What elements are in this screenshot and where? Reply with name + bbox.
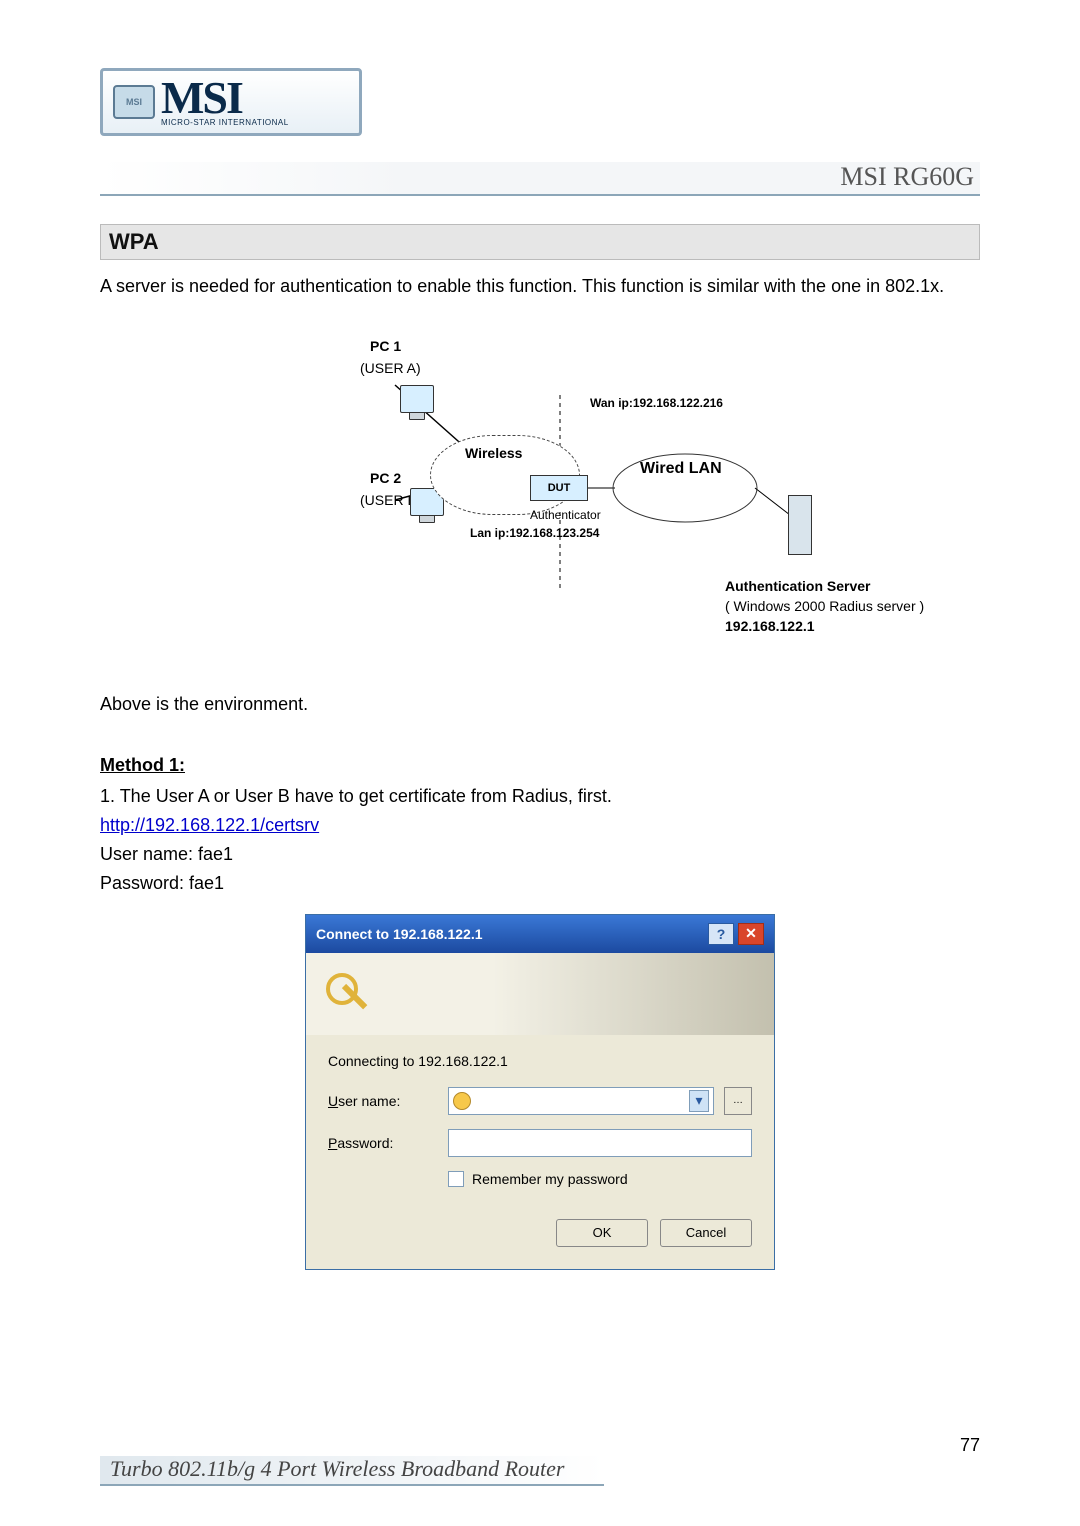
key-icon: [322, 969, 372, 1019]
password-line: Password: fae1: [100, 873, 980, 894]
diagram-user-a: (USER A): [360, 360, 421, 376]
username-label: User name:: [328, 1093, 438, 1109]
username-input[interactable]: ▾: [448, 1087, 714, 1115]
diagram-wan-ip: Wan ip:192.168.122.216: [590, 396, 723, 410]
model-label: MSI RG60G: [100, 162, 980, 196]
method-step-1: 1. The User A or User B have to get cert…: [100, 786, 980, 807]
section-intro: A server is needed for authentication to…: [100, 274, 980, 299]
diagram-auth-server: Authentication Server: [725, 578, 870, 594]
connecting-text: Connecting to 192.168.122.1: [328, 1053, 752, 1069]
dialog-titlebar: Connect to 192.168.122.1 ? ✕: [306, 915, 774, 953]
ok-button[interactable]: OK: [556, 1219, 648, 1247]
brand-subtext: MICRO-STAR INTERNATIONAL: [161, 118, 289, 127]
remember-label: Remember my password: [472, 1171, 628, 1187]
msi-logo: MSI MSI MICRO-STAR INTERNATIONAL: [100, 60, 362, 144]
connect-dialog: Connect to 192.168.122.1 ? ✕ Connecting …: [305, 914, 775, 1270]
diagram-lan-ip: Lan ip:192.168.123.254: [470, 526, 599, 540]
diagram-authenticator: Authenticator: [530, 508, 601, 522]
method-heading: Method 1:: [100, 755, 980, 776]
pc-icon: [400, 385, 434, 413]
diagram-wireless: Wireless: [465, 445, 522, 461]
logo-badge-icon: MSI: [113, 85, 155, 119]
password-label: Password:: [328, 1135, 438, 1151]
section-title: WPA: [100, 224, 980, 260]
footer-title: Turbo 802.11b/g 4 Port Wireless Broadban…: [100, 1456, 604, 1486]
chevron-down-icon[interactable]: ▾: [689, 1090, 709, 1112]
diagram-auth-server-sub: ( Windows 2000 Radius server ): [725, 598, 924, 614]
username-line: User name: fae1: [100, 844, 980, 865]
user-icon: [453, 1092, 471, 1110]
server-icon: [788, 495, 812, 555]
network-diagram: PC 1 (USER A) PC 2 (USER B) Wireless Wan…: [220, 330, 860, 670]
dialog-title: Connect to 192.168.122.1: [316, 926, 483, 942]
dialog-banner: [306, 953, 774, 1035]
certsrv-link[interactable]: http://192.168.122.1/certsrv: [100, 815, 319, 836]
password-input[interactable]: [448, 1129, 752, 1157]
environment-caption: Above is the environment.: [100, 694, 980, 715]
diagram-auth-server-ip: 192.168.122.1: [725, 618, 815, 634]
brand-text: MSI: [161, 77, 289, 118]
dut-box: DUT: [530, 475, 588, 501]
cancel-button[interactable]: Cancel: [660, 1219, 752, 1247]
close-button[interactable]: ✕: [738, 923, 764, 945]
diagram-wired-lan: Wired LAN: [640, 460, 722, 478]
diagram-pc1-label: PC 1: [370, 338, 401, 354]
page-number: 77: [960, 1435, 980, 1486]
diagram-pc2-label: PC 2: [370, 470, 401, 486]
remember-checkbox[interactable]: [448, 1171, 464, 1187]
help-button[interactable]: ?: [708, 923, 734, 945]
browse-button[interactable]: …: [724, 1087, 752, 1115]
